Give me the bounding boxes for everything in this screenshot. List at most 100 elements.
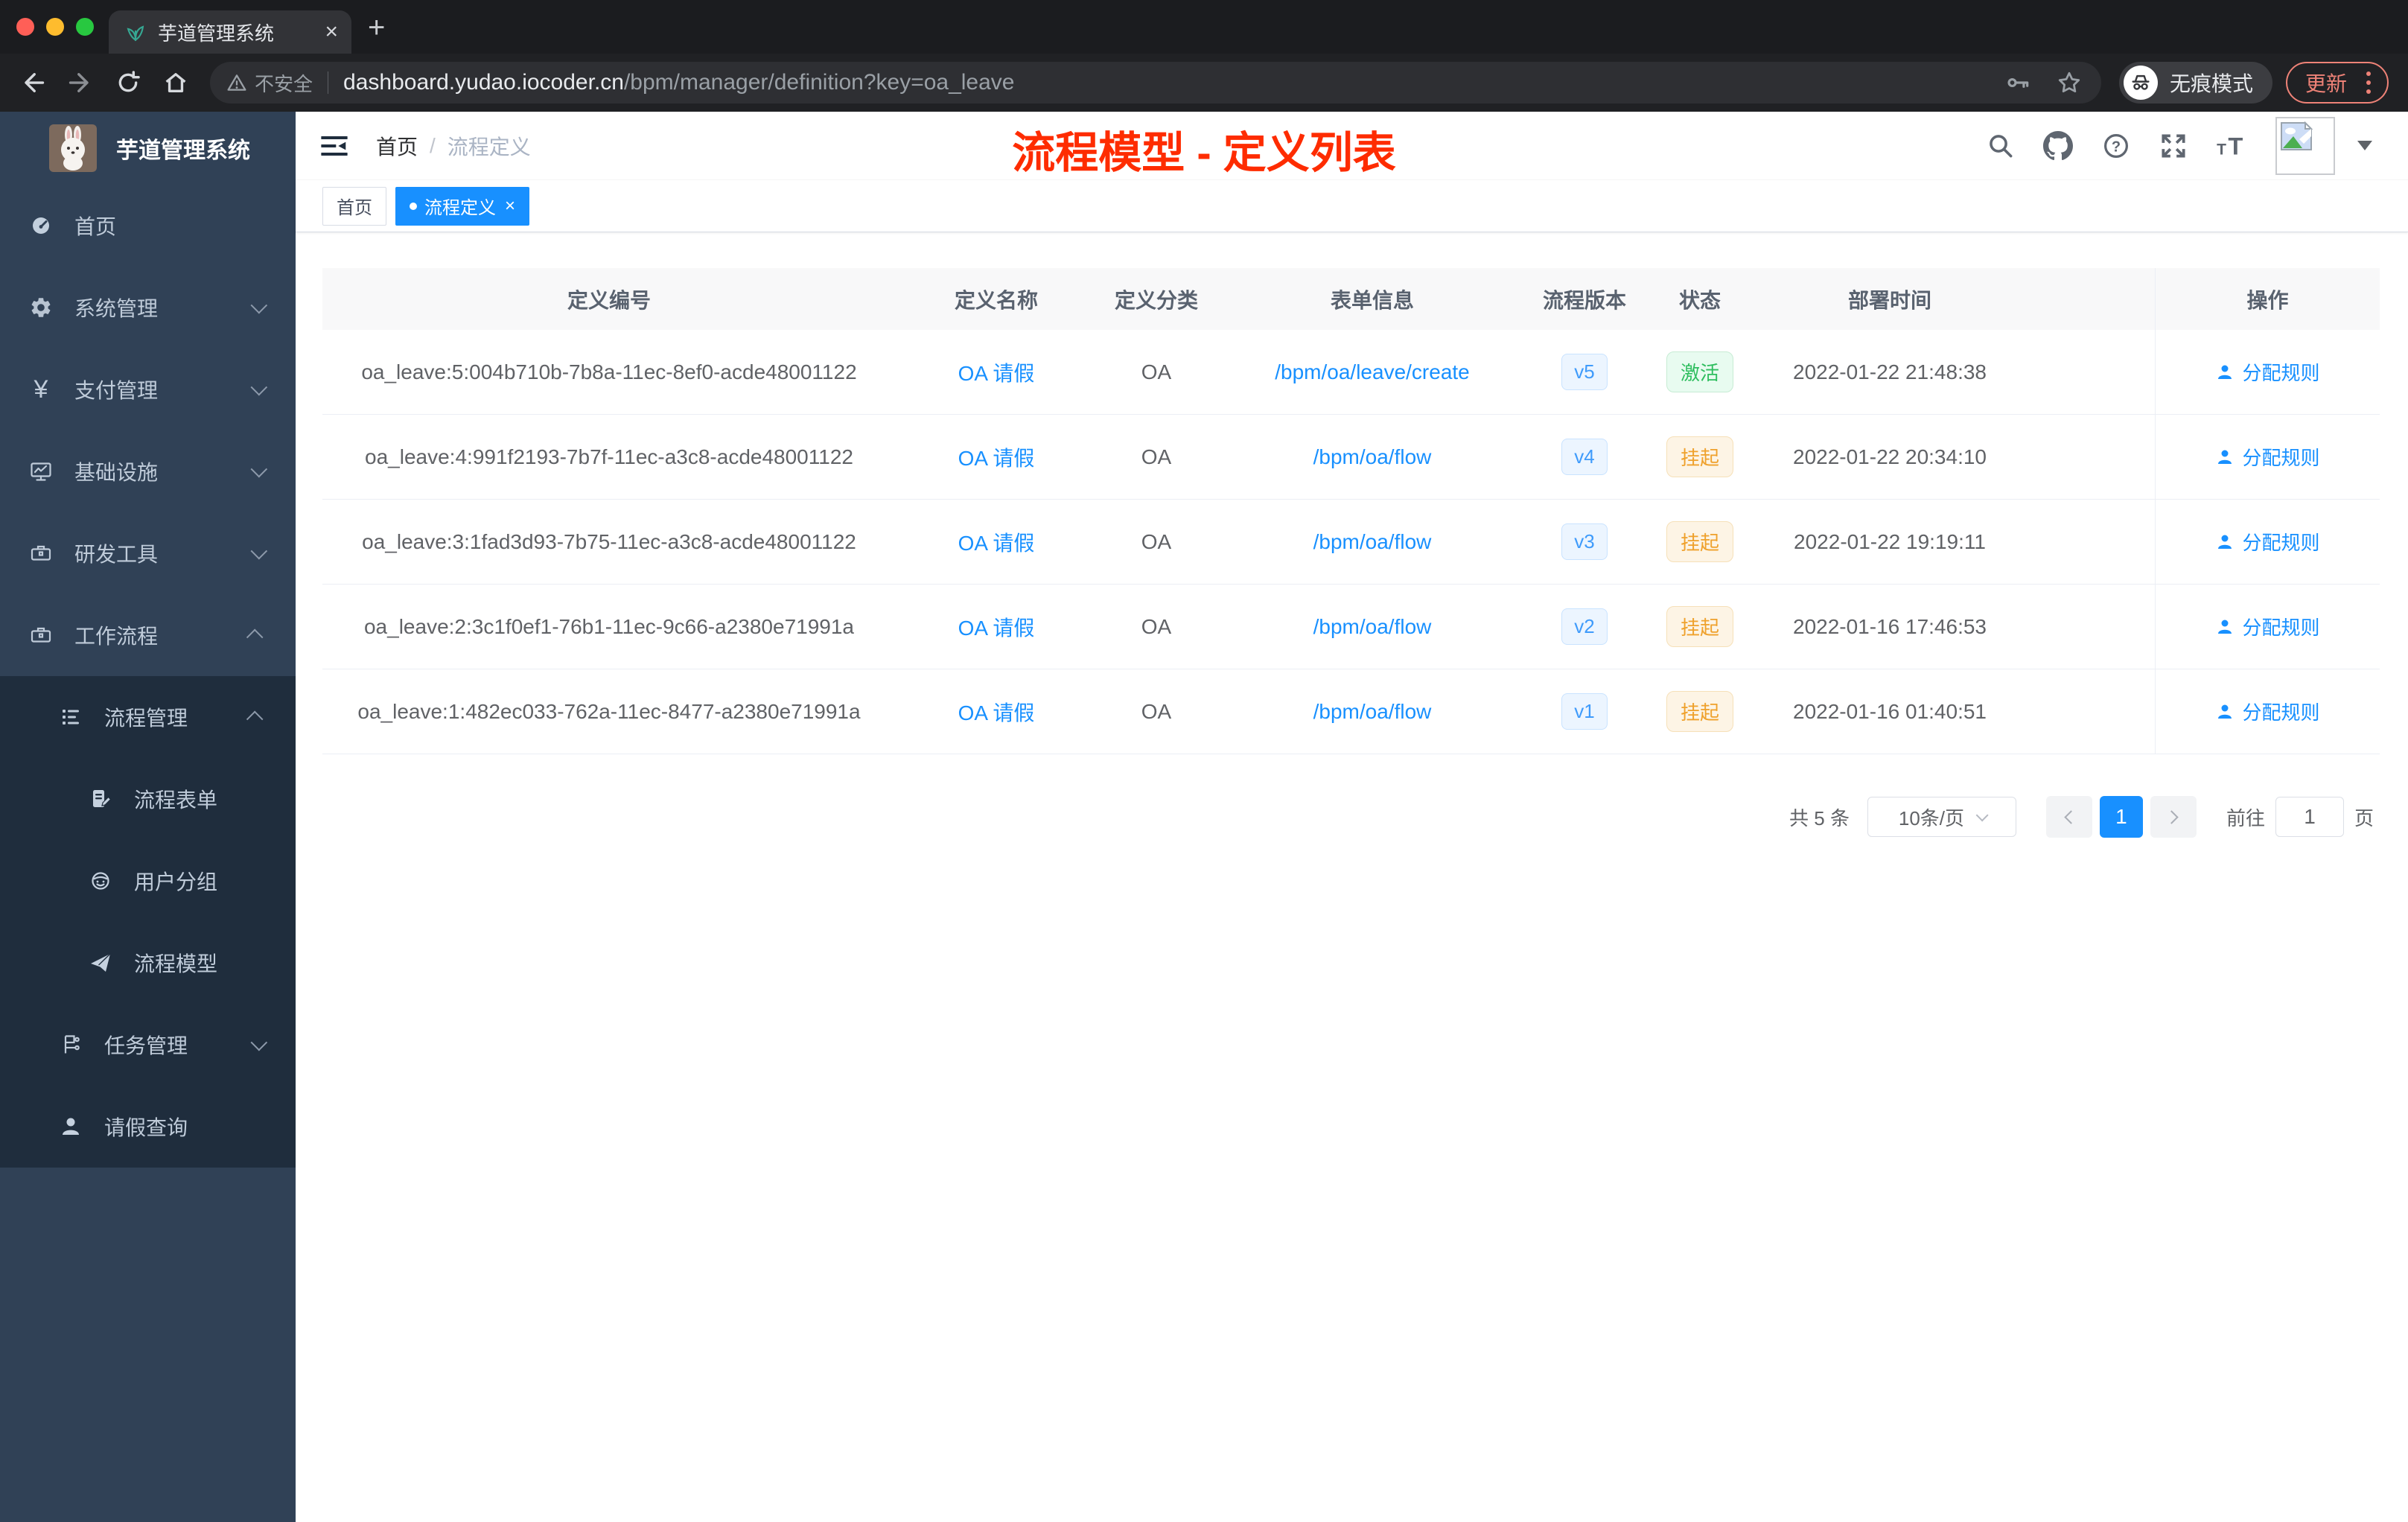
current-page-button[interactable]: 1 [2099,796,2143,838]
chevron-down-icon [250,296,268,314]
incognito-label: 无痕模式 [2169,72,2253,95]
column-header: 部署时间 [1847,288,1931,312]
reload-icon[interactable] [115,69,141,96]
svg-text:?: ? [2112,138,2121,155]
column-header: 状态 [1678,288,1721,312]
sidebar-item-infrastructure[interactable]: 基础设施 [0,430,296,512]
chevron-down-icon [250,542,268,560]
caret-down-icon[interactable] [2357,141,2372,150]
form-link[interactable]: /bpm/oa/leave/create [1275,360,1470,384]
new-tab-button[interactable]: + [368,11,385,45]
deploy-time: 2022-01-22 21:48:38 [1793,360,1987,383]
close-window-button[interactable] [16,18,34,36]
search-icon[interactable] [1987,132,2015,160]
back-icon[interactable] [19,69,46,96]
breadcrumb-home[interactable]: 首页 [376,131,418,161]
chevron-down-icon [250,460,268,478]
assign-rule-link[interactable]: 分配规则 [2215,443,2320,471]
sidebar-item-devtools[interactable]: 研发工具 [0,512,296,594]
browser-menu-icon[interactable] [2363,69,2374,97]
sidebar-item-process-management[interactable]: 流程管理 [0,676,296,758]
active-tag-dot [410,202,417,210]
deploy-time: 2022-01-22 19:19:11 [1794,529,1986,553]
chevron-right-icon [2165,809,2179,824]
tab-title: 芋道管理系统 [158,22,275,45]
pagination-total: 共 5 条 [1789,806,1850,830]
broken-image-icon [2281,121,2313,150]
sidebar-item-leave-query[interactable]: 请假查询 [0,1086,296,1168]
address-bar[interactable]: 不安全 dashboard.yudao.iocoder.cn/bpm/manag… [210,62,2101,104]
assign-rule-link[interactable]: 分配规则 [2215,358,2320,386]
column-header: 定义分类 [1114,288,1198,312]
version-badge: v2 [1561,608,1608,645]
definition-category: OA [1141,360,1172,383]
page-size-select[interactable]: 10条/页 [1867,797,2016,837]
status-badge: 激活 [1666,351,1733,392]
goto-page-input[interactable] [2275,797,2344,837]
assign-rule-link[interactable]: 分配规则 [2215,698,2320,725]
definition-name-link[interactable]: OA 请假 [958,697,1035,727]
paper-plane-icon [88,951,113,975]
tasks-icon [58,1033,83,1057]
sidebar-item-workflow[interactable]: 工作流程 [0,594,296,676]
form-link[interactable]: /bpm/oa/flow [1313,700,1432,724]
prev-page-button[interactable] [2045,796,2092,838]
version-badge: v5 [1561,354,1608,390]
forward-icon[interactable] [67,69,94,96]
sidebar-item-process-form[interactable]: 流程表单 [0,758,296,840]
font-size-icon[interactable]: T T [2216,131,2247,161]
sidebar-item-process-model[interactable]: 流程模型 [0,922,296,1004]
sidebar-item-task-management[interactable]: 任务管理 [0,1004,296,1086]
table-row: oa_leave:2:3c1f0ef1-76b1-11ec-9c66-a2380… [322,585,2380,669]
sidebar-item-system[interactable]: 系统管理 [0,267,296,348]
next-page-button[interactable] [2150,796,2197,838]
assign-rule-link[interactable]: 分配规则 [2215,528,2320,555]
goto-label: 前往 [2226,806,2265,830]
definition-id: oa_leave:1:482ec033-762a-11ec-8477-a2380… [357,699,861,723]
sidebar-item-user-group[interactable]: 用户分组 [0,840,296,922]
fullscreen-icon[interactable] [2159,132,2188,160]
version-badge: v3 [1561,523,1608,560]
column-header: 表单信息 [1330,288,1414,312]
sidebar-item-payment[interactable]: ¥ 支付管理 [0,348,296,430]
sidebar-collapse-icon[interactable] [319,131,349,161]
bookmark-star-icon[interactable] [2057,70,2082,95]
browser-tabstrip: 芋道管理系统 × + [0,0,2408,54]
tag-home[interactable]: 首页 [322,186,386,226]
tab-close-icon[interactable]: × [325,21,338,43]
column-header: 操作 [2155,268,2380,330]
definition-id: oa_leave:4:991f2193-7b7f-11ec-a3c8-acde4… [365,445,853,468]
form-link[interactable]: /bpm/oa/flow [1313,445,1432,469]
definition-name-link[interactable]: OA 请假 [958,527,1035,557]
definition-id: oa_leave:2:3c1f0ef1-76b1-11ec-9c66-a2380… [363,614,854,638]
browser-tab[interactable]: 芋道管理系统 × [109,10,351,54]
briefcase-icon [28,623,54,647]
incognito-badge: 无痕模式 [2118,62,2272,104]
breadcrumb-current: 流程定义 [447,135,531,159]
definition-name-link[interactable]: OA 请假 [958,612,1035,642]
form-link[interactable]: /bpm/oa/flow [1313,615,1432,639]
user-icon [2218,620,2232,634]
definition-name-link[interactable]: OA 请假 [958,357,1035,387]
maximize-window-button[interactable] [76,18,94,36]
not-secure-indicator[interactable]: 不安全 [226,69,313,97]
browser-update-button[interactable]: 更新 [2285,62,2389,104]
home-icon[interactable] [162,69,189,96]
sidebar-item-home[interactable]: 首页 [0,185,296,267]
deploy-time: 2022-01-16 01:40:51 [1793,699,1987,723]
tag-close-icon[interactable]: × [505,197,515,215]
form-link[interactable]: /bpm/oa/flow [1313,530,1432,554]
assign-rule-link[interactable]: 分配规则 [2215,613,2320,640]
help-icon[interactable]: ? [2101,131,2131,161]
logo: 芋道管理系统 [0,112,296,185]
github-icon[interactable] [2043,130,2073,161]
table-row: oa_leave:5:004b710b-7b8a-11ec-8ef0-acde4… [322,330,2380,415]
definition-name-link[interactable]: OA 请假 [958,442,1035,472]
user-avatar[interactable] [2275,116,2335,175]
window-controls[interactable] [0,18,109,54]
tag-process-definition[interactable]: 流程定义 × [395,186,530,226]
password-key-icon[interactable] [2006,70,2031,95]
incognito-icon [2123,66,2158,100]
table-row: oa_leave:1:482ec033-762a-11ec-8477-a2380… [322,669,2380,754]
minimize-window-button[interactable] [46,18,64,36]
